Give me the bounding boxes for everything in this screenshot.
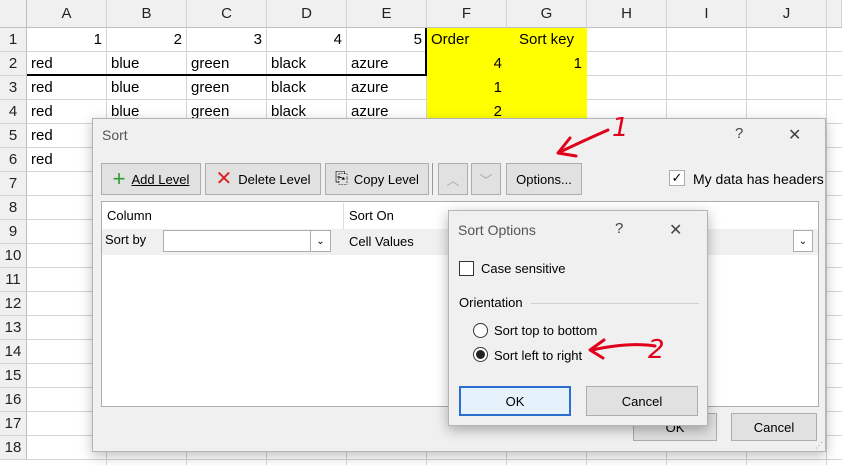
annotation-overlay: 1 2 xyxy=(556,113,665,365)
arrow-2-shaft xyxy=(590,343,657,352)
annotation-1: 1 xyxy=(612,113,629,143)
annotation-2: 2 xyxy=(648,335,665,365)
